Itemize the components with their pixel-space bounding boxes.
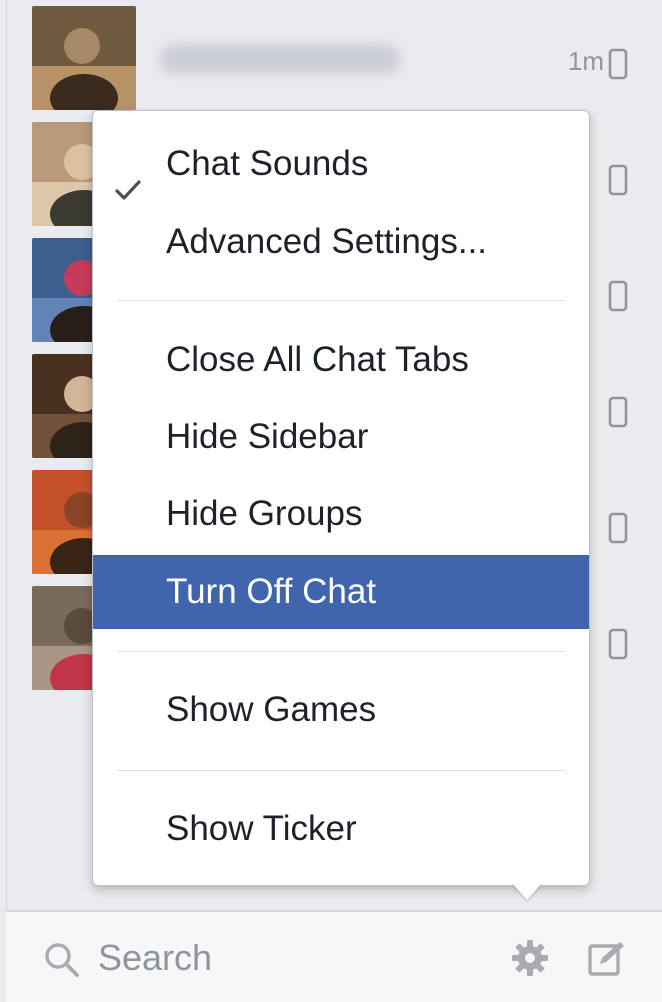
search-icon[interactable] <box>42 940 82 985</box>
menu-item-label: Hide Groups <box>166 494 363 533</box>
menu-item-show-ticker[interactable]: Show Ticker <box>93 792 589 866</box>
mobile-phone-icon <box>608 512 628 549</box>
mobile-phone-icon <box>608 396 628 433</box>
menu-item-label: Turn Off Chat <box>166 572 377 611</box>
compose-icon[interactable] <box>586 938 628 985</box>
chat-settings-menu: Chat Sounds Advanced Settings... Close A… <box>92 110 590 886</box>
menu-item-advanced-settings[interactable]: Advanced Settings... <box>93 205 589 279</box>
menu-item-hide-sidebar[interactable]: Hide Sidebar <box>93 400 589 474</box>
menu-item-label: Chat Sounds <box>166 144 369 183</box>
last-active-time: 1m <box>567 46 604 76</box>
gear-icon[interactable] <box>510 938 550 983</box>
chat-bottom-bar <box>6 910 662 1002</box>
menu-caret <box>511 882 543 900</box>
menu-item-label: Advanced Settings... <box>166 222 488 261</box>
menu-item-close-all-chat-tabs[interactable]: Close All Chat Tabs <box>93 323 589 397</box>
menu-item-label: Show Ticker <box>166 809 357 848</box>
contact-row[interactable]: 1m <box>0 6 662 110</box>
menu-separator <box>117 651 565 652</box>
mobile-phone-icon <box>608 628 628 665</box>
menu-item-label: Close All Chat Tabs <box>166 340 469 379</box>
menu-item-chat-sounds[interactable]: Chat Sounds <box>93 127 589 201</box>
search-input[interactable] <box>98 936 458 980</box>
mobile-phone-icon <box>608 164 628 201</box>
menu-separator <box>117 770 565 771</box>
menu-item-label: Hide Sidebar <box>166 417 369 456</box>
menu-separator <box>117 300 565 301</box>
mobile-phone-icon <box>608 48 628 85</box>
menu-item-label: Show Games <box>166 690 377 729</box>
menu-item-show-games[interactable]: Show Games <box>93 673 589 747</box>
mobile-phone-icon <box>608 280 628 317</box>
contact-name-blurred <box>160 44 400 74</box>
menu-item-hide-groups[interactable]: Hide Groups <box>93 477 589 551</box>
avatar <box>32 6 136 110</box>
chat-sidebar: 1m Chat Sounds Advanced Settings... Clos… <box>0 0 662 1002</box>
menu-item-turn-off-chat[interactable]: Turn Off Chat <box>93 555 589 629</box>
